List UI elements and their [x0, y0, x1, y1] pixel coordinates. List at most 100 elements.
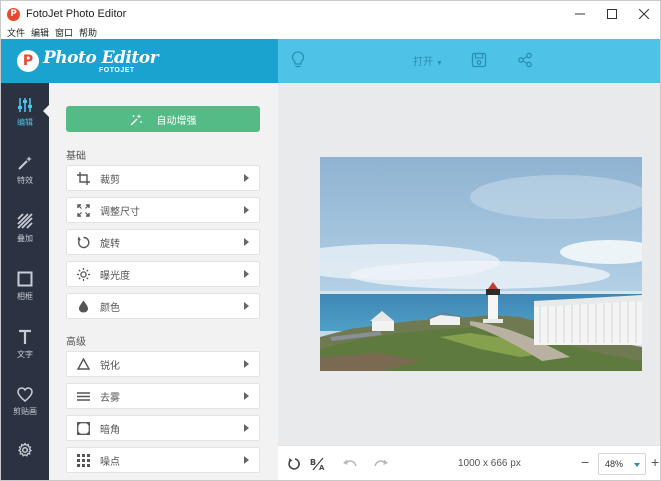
- fotojet-logo-icon: P: [17, 50, 39, 72]
- logo-subtitle: FOTOJET: [99, 67, 135, 74]
- chevron-right-icon: [244, 174, 249, 182]
- tool-exposure[interactable]: 曝光度: [66, 261, 260, 287]
- tool-sharpen[interactable]: 锐化: [66, 351, 260, 377]
- auto-enhance-label: 自动增强: [156, 115, 197, 127]
- compare-before-after-icon[interactable]: BA: [310, 456, 326, 472]
- window-title: FotoJet Photo Editor: [26, 8, 127, 20]
- menu-edit[interactable]: 编辑: [28, 27, 52, 39]
- nav-effects[interactable]: 特效: [1, 141, 49, 199]
- chevron-right-icon: [244, 424, 249, 432]
- edit-panel: 自动增强 基础 裁剪 调整尺寸 旋转 曝光度 颜色 高级 锐化 去雾 暗角 噪点: [49, 83, 278, 480]
- tool-sharpen-label: 锐化: [100, 360, 120, 372]
- heart-icon: [17, 387, 33, 402]
- chevron-right-icon: [244, 302, 249, 310]
- frame-icon: [17, 271, 33, 286]
- tool-exposure-label: 曝光度: [100, 270, 130, 282]
- nav-text[interactable]: 文字: [1, 315, 49, 373]
- open-label: 打开: [413, 57, 433, 68]
- chevron-right-icon: [244, 206, 249, 214]
- chevron-right-icon: [244, 392, 249, 400]
- haze-lines-icon: [76, 389, 90, 403]
- lighthouse-photo[interactable]: [320, 157, 642, 371]
- menu-file[interactable]: 文件: [4, 27, 28, 39]
- zoom-select[interactable]: 48%: [598, 453, 646, 475]
- tool-dehaze-label: 去雾: [100, 392, 120, 404]
- gear-icon: [17, 442, 33, 457]
- tool-resize-label: 调整尺寸: [100, 206, 140, 218]
- nav-frame[interactable]: 相框: [1, 257, 49, 315]
- app-window: P FotoJet Photo Editor 文件 编辑 窗口 帮助 P Pho…: [0, 0, 661, 481]
- share-icon[interactable]: [516, 51, 534, 69]
- tool-resize[interactable]: 调整尺寸: [66, 197, 260, 223]
- noise-dots-icon: [76, 453, 90, 467]
- sliders-icon: [18, 97, 32, 112]
- zoom-value: 48%: [605, 459, 624, 469]
- close-icon: [639, 9, 649, 19]
- nav-edit[interactable]: 编辑: [1, 83, 49, 141]
- logo-text: Photo Editor FOTOJET: [43, 46, 159, 76]
- enhance-wand-icon: [130, 113, 142, 125]
- image-dimensions: 1000 x 666 px: [458, 458, 521, 469]
- rotate-icon: [76, 235, 90, 249]
- maximize-button[interactable]: [596, 1, 628, 27]
- stripes-icon: [17, 212, 33, 229]
- svg-text:B: B: [310, 458, 316, 467]
- tool-vignette[interactable]: 暗角: [66, 415, 260, 441]
- sun-icon: [76, 267, 90, 281]
- canvas-area[interactable]: [278, 83, 660, 445]
- logo-title: Photo Editor: [43, 48, 159, 68]
- nav-overlay-label: 叠加: [17, 233, 33, 243]
- chevron-right-icon: [244, 456, 249, 464]
- tool-vignette-label: 暗角: [100, 424, 120, 436]
- menu-bar: 文件 编辑 窗口 帮助: [1, 27, 660, 39]
- nav-overlay[interactable]: 叠加: [1, 199, 49, 257]
- chevron-right-icon: [244, 270, 249, 278]
- top-toolbar: 打开 ▼: [278, 39, 660, 83]
- crop-icon: [76, 171, 90, 185]
- tool-noise-label: 噪点: [100, 456, 120, 468]
- text-icon: [19, 329, 31, 344]
- tool-color[interactable]: 颜色: [66, 293, 260, 319]
- nav-clipart-label: 剪贴画: [13, 407, 37, 416]
- tool-color-label: 颜色: [100, 302, 120, 314]
- reset-icon[interactable]: [287, 456, 303, 472]
- tool-rotate-label: 旋转: [100, 238, 120, 250]
- redo-icon[interactable]: [373, 456, 389, 472]
- menu-help[interactable]: 帮助: [76, 27, 100, 39]
- tool-rotate[interactable]: 旋转: [66, 229, 260, 255]
- save-icon[interactable]: [470, 51, 488, 69]
- app-logo-icon: P: [7, 7, 20, 21]
- tips-lightbulb-icon[interactable]: [289, 51, 307, 69]
- minimize-button[interactable]: [564, 1, 596, 27]
- undo-icon[interactable]: [342, 456, 358, 472]
- zoom-in-button[interactable]: +: [651, 454, 659, 470]
- left-nav: 编辑 特效 叠加 相框 文字 剪贴画: [1, 83, 49, 480]
- drop-icon: [76, 299, 90, 313]
- close-button[interactable]: [628, 1, 660, 27]
- triangle-icon: [76, 357, 90, 371]
- resize-icon: [76, 203, 90, 217]
- nav-text-label: 文字: [17, 349, 33, 359]
- title-bar: P FotoJet Photo Editor: [1, 1, 660, 27]
- caret-down-icon: ▼: [436, 60, 443, 67]
- minimize-icon: [575, 13, 585, 15]
- caret-down-icon: [634, 463, 640, 467]
- chevron-right-icon: [244, 238, 249, 246]
- tool-crop[interactable]: 裁剪: [66, 165, 260, 191]
- section-advanced: 高级: [66, 337, 86, 348]
- logo-header: P Photo Editor FOTOJET: [1, 39, 278, 83]
- section-basic: 基础: [66, 151, 86, 162]
- window-controls: [564, 1, 660, 27]
- chevron-right-icon: [244, 360, 249, 368]
- nav-frame-label: 相框: [17, 291, 33, 301]
- menu-window[interactable]: 窗口: [52, 27, 76, 39]
- nav-settings[interactable]: [1, 421, 49, 479]
- open-dropdown[interactable]: 打开 ▼: [413, 53, 443, 68]
- svg-text:A: A: [319, 464, 325, 471]
- nav-effects-label: 特效: [17, 175, 33, 185]
- lighthouse-photo-image: [320, 157, 642, 371]
- zoom-out-button[interactable]: −: [581, 454, 589, 470]
- tool-dehaze[interactable]: 去雾: [66, 383, 260, 409]
- auto-enhance-button[interactable]: 自动增强: [66, 106, 260, 132]
- tool-noise[interactable]: 噪点: [66, 447, 260, 473]
